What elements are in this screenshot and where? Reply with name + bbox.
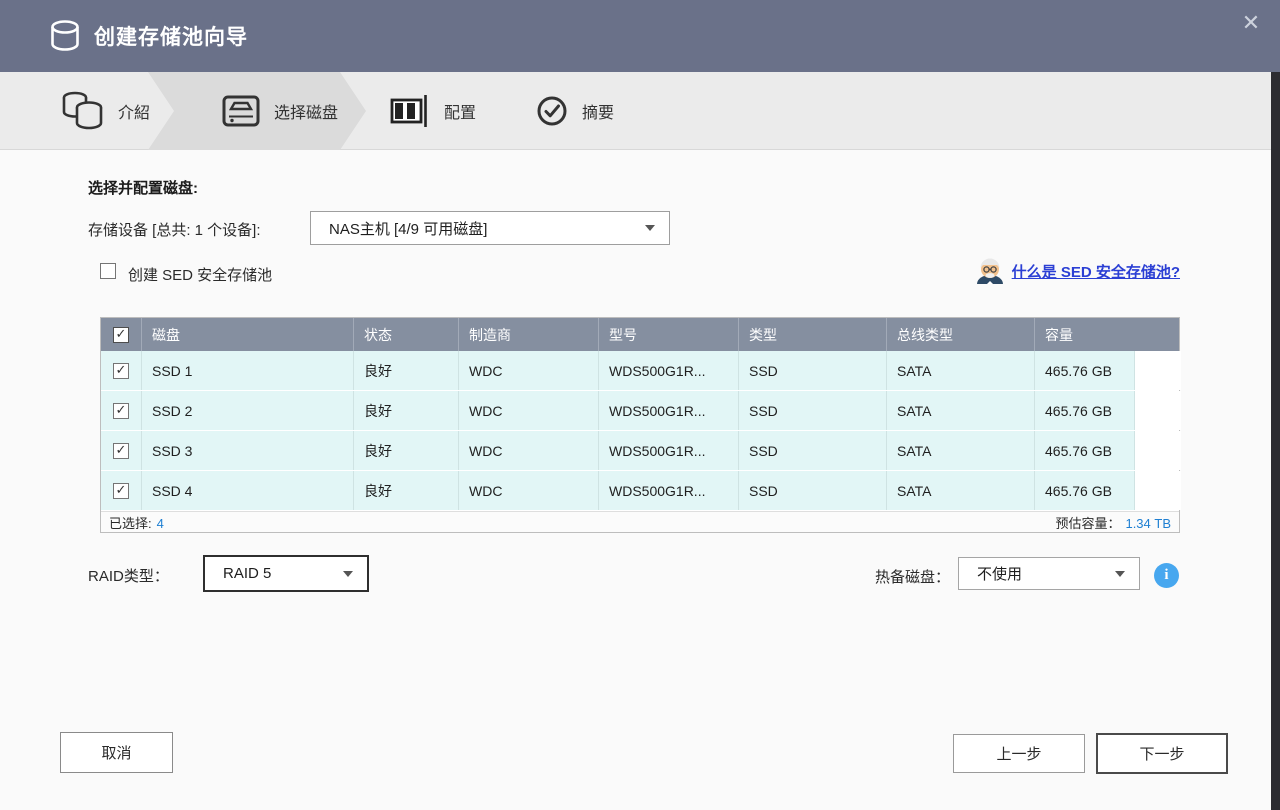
select-all-checkbox[interactable] — [113, 327, 129, 343]
cell-disk: SSD 3 — [141, 431, 353, 470]
info-icon[interactable]: i — [1154, 563, 1179, 588]
intro-step-icon — [58, 90, 104, 132]
column-header-bus[interactable]: 总线类型 — [886, 318, 1034, 351]
cell-type: SSD — [738, 431, 886, 470]
sed-checkbox-label: 创建 SED 安全存储池 — [128, 264, 272, 285]
column-header-disk[interactable]: 磁盘 — [141, 318, 353, 351]
column-header-status[interactable]: 状态 — [353, 318, 458, 351]
step-configure-label: 配置 — [444, 99, 476, 123]
storage-pool-icon — [48, 19, 82, 53]
storage-device-value: NAS主机 [4/9 可用磁盘] — [311, 218, 645, 239]
cancel-button[interactable]: 取消 — [60, 732, 173, 773]
estimated-capacity: 预估容量：1.34 TB — [1055, 513, 1171, 532]
step-configure[interactable]: 配置 — [390, 72, 476, 150]
cell-status: 良好 — [353, 471, 458, 510]
row-checkbox[interactable] — [113, 443, 129, 459]
cell-manufacturer: WDC — [458, 471, 598, 510]
next-button[interactable]: 下一步 — [1096, 733, 1228, 774]
scrollbar-gutter — [1134, 351, 1181, 390]
column-header-model[interactable]: 型号 — [598, 318, 738, 351]
disk-table: 磁盘 状态 制造商 型号 类型 总线类型 容量 SSD 1 良好 WDC WDS… — [100, 317, 1180, 533]
column-header-type[interactable]: 类型 — [738, 318, 886, 351]
select-all-cell — [101, 318, 141, 351]
cell-capacity: 465.76 GB — [1034, 431, 1134, 470]
scrollbar-gutter — [1134, 471, 1181, 510]
cell-bus: SATA — [886, 431, 1034, 470]
row-checkbox[interactable] — [113, 403, 129, 419]
cell-disk: SSD 2 — [141, 391, 353, 430]
dropdown-arrow-icon — [645, 225, 655, 231]
row-checkbox[interactable] — [113, 483, 129, 499]
sed-checkbox[interactable] — [100, 263, 116, 279]
table-row[interactable]: SSD 1 良好 WDC WDS500G1R... SSD SATA 465.7… — [101, 351, 1179, 391]
table-row[interactable]: SSD 3 良好 WDC WDS500G1R... SSD SATA 465.7… — [101, 431, 1179, 471]
cell-status: 良好 — [353, 431, 458, 470]
cell-capacity: 465.76 GB — [1034, 351, 1134, 390]
row-checkbox[interactable] — [113, 363, 129, 379]
cell-model: WDS500G1R... — [598, 391, 738, 430]
close-icon[interactable]: ✕ — [1236, 8, 1266, 38]
cell-disk: SSD 4 — [141, 471, 353, 510]
cell-bus: SATA — [886, 471, 1034, 510]
raid-type-value: RAID 5 — [205, 565, 343, 582]
raid-type-label: RAID类型： — [88, 565, 169, 586]
cell-model: WDS500G1R... — [598, 431, 738, 470]
hot-spare-value: 不使用 — [959, 563, 1115, 584]
table-row[interactable]: SSD 2 良好 WDC WDS500G1R... SSD SATA 465.7… — [101, 391, 1179, 431]
cell-status: 良好 — [353, 391, 458, 430]
background-edge — [1271, 72, 1280, 810]
cell-model: WDS500G1R... — [598, 351, 738, 390]
cell-model: WDS500G1R... — [598, 471, 738, 510]
step-intro-label: 介紹 — [118, 99, 150, 123]
disk-table-header: 磁盘 状态 制造商 型号 类型 总线类型 容量 — [101, 318, 1179, 351]
cell-type: SSD — [738, 351, 886, 390]
dropdown-arrow-icon — [1115, 571, 1125, 577]
previous-button[interactable]: 上一步 — [953, 734, 1085, 773]
scrollbar-gutter — [1134, 391, 1181, 430]
column-header-capacity[interactable]: 容量 — [1034, 318, 1181, 351]
step-select-disks-label: 选择磁盘 — [274, 99, 338, 123]
summary-step-icon — [536, 95, 568, 127]
cell-manufacturer: WDC — [458, 351, 598, 390]
cell-type: SSD — [738, 391, 886, 430]
step-summary-label: 摘要 — [582, 99, 614, 123]
column-header-manufacturer[interactable]: 制造商 — [458, 318, 598, 351]
storage-device-label: 存储设备 [总共: 1 个设备]: — [88, 219, 261, 240]
professor-icon — [976, 257, 1004, 285]
step-intro[interactable]: 介紹 — [58, 72, 150, 150]
cell-capacity: 465.76 GB — [1034, 471, 1134, 510]
cell-manufacturer: WDC — [458, 391, 598, 430]
step-summary[interactable]: 摘要 — [536, 72, 614, 150]
sed-help-link[interactable]: 什么是 SED 安全存储池? — [1012, 261, 1180, 282]
cell-capacity: 465.76 GB — [1034, 391, 1134, 430]
scrollbar-gutter — [1134, 431, 1181, 470]
table-row[interactable]: SSD 4 良好 WDC WDS500G1R... SSD SATA 465.7… — [101, 471, 1179, 511]
storage-device-select[interactable]: NAS主机 [4/9 可用磁盘] — [310, 211, 670, 245]
wizard-dialog: 创建存储池向导 ✕ 介紹 选择磁盘 — [0, 0, 1280, 810]
selected-count: 已选择:4 — [109, 513, 164, 532]
config-step-icon — [390, 95, 430, 127]
raid-type-select[interactable]: RAID 5 — [203, 555, 369, 592]
sed-help-area: 什么是 SED 安全存储池? — [976, 257, 1180, 285]
hot-spare-select[interactable]: 不使用 — [958, 557, 1140, 590]
disk-step-icon — [222, 95, 260, 127]
cell-bus: SATA — [886, 351, 1034, 390]
cell-manufacturer: WDC — [458, 431, 598, 470]
cell-status: 良好 — [353, 351, 458, 390]
wizard-stepbar: 介紹 选择磁盘 配置 摘要 — [0, 72, 1280, 150]
titlebar: 创建存储池向导 ✕ — [0, 0, 1280, 72]
cell-bus: SATA — [886, 391, 1034, 430]
page-title: 创建存储池向导 — [94, 21, 248, 51]
table-footer: 已选择:4 预估容量：1.34 TB — [101, 511, 1179, 532]
cell-type: SSD — [738, 471, 886, 510]
section-title: 选择并配置磁盘: — [88, 177, 198, 198]
dropdown-arrow-icon — [343, 571, 353, 577]
hot-spare-label: 热备磁盘： — [875, 566, 950, 587]
cell-disk: SSD 1 — [141, 351, 353, 390]
step-select-disks[interactable]: 选择磁盘 — [222, 72, 338, 150]
